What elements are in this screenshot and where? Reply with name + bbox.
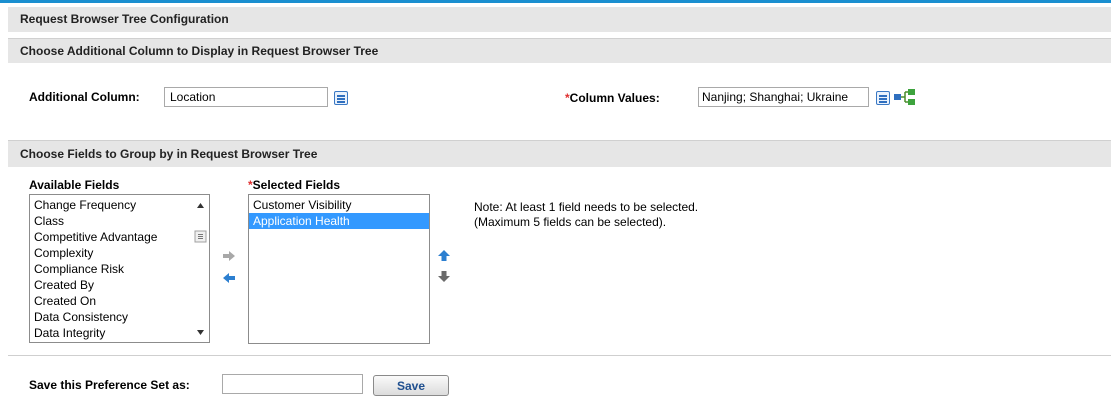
selection-note: Note: At least 1 field needs to be selec…	[474, 200, 698, 230]
save-preference-label: Save this Preference Set as:	[29, 378, 190, 392]
list-item[interactable]: Complexity	[30, 245, 209, 261]
column-values-picker-icon[interactable]	[876, 91, 890, 105]
column-values-label: *Column Values:	[565, 91, 660, 105]
preference-name-input[interactable]	[222, 374, 363, 394]
section-header-additional-column: Choose Additional Column to Display in R…	[8, 38, 1111, 63]
hierarchy-tree-icon[interactable]	[893, 89, 917, 105]
section-header-group-fields: Choose Fields to Group by in Request Bro…	[8, 140, 1111, 167]
move-down-arrow-icon[interactable]	[437, 270, 451, 283]
list-item[interactable]: Compliance Risk	[30, 261, 209, 277]
move-up-arrow-icon[interactable]	[437, 249, 451, 262]
top-accent-bar	[0, 0, 1111, 3]
list-item[interactable]: Data Consistency	[30, 309, 209, 325]
list-item[interactable]: Customer Visibility	[249, 197, 429, 213]
list-item[interactable]: Change Frequency	[30, 197, 209, 213]
list-item[interactable]: Competitive Advantage	[30, 229, 209, 245]
additional-column-label: Additional Column:	[29, 90, 140, 104]
list-item[interactable]: Created By	[30, 277, 209, 293]
list-item[interactable]: Data Integrity	[30, 325, 209, 341]
listbox-scrollbar[interactable]	[192, 195, 209, 342]
available-fields-label: Available Fields	[29, 178, 120, 192]
list-item-selected[interactable]: Application Health	[249, 213, 429, 229]
page-title: Request Browser Tree Configuration	[8, 7, 1111, 32]
move-right-arrow-icon[interactable]	[222, 250, 236, 262]
divider	[8, 355, 1111, 356]
additional-column-input[interactable]	[164, 87, 328, 107]
save-button[interactable]: Save	[373, 375, 449, 396]
column-values-input[interactable]	[698, 87, 869, 107]
list-item[interactable]: Created On	[30, 293, 209, 309]
selected-fields-label: *Selected Fields	[248, 178, 341, 192]
list-item[interactable]: Class	[30, 213, 209, 229]
note-line-2: (Maximum 5 fields can be selected).	[474, 215, 667, 229]
additional-column-picker-icon[interactable]	[334, 91, 348, 105]
available-fields-listbox[interactable]: Change Frequency Class Competitive Advan…	[29, 194, 210, 343]
note-line-1: Note: At least 1 field needs to be selec…	[474, 200, 699, 214]
move-left-arrow-icon[interactable]	[222, 272, 236, 284]
selected-fields-listbox[interactable]: Customer Visibility Application Health	[248, 194, 430, 344]
